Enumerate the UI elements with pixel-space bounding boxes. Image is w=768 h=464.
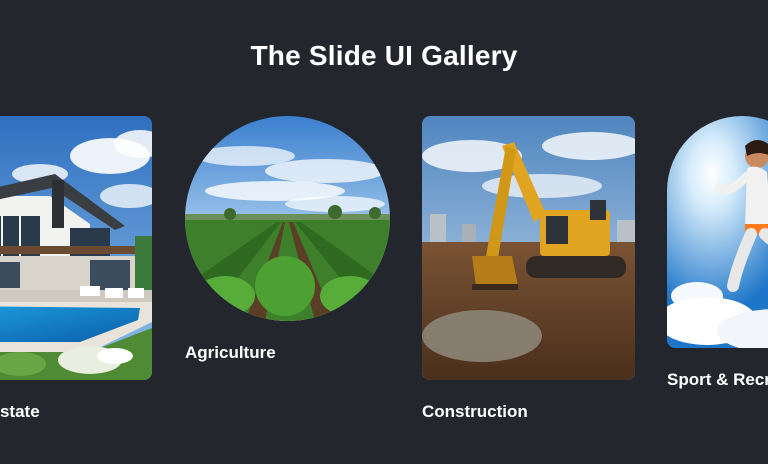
gallery-title: The Slide UI Gallery <box>250 40 518 71</box>
real-estate-label: Real Estate <box>0 402 40 421</box>
real-estate-image <box>0 116 152 380</box>
sport-recreation-image <box>667 116 768 348</box>
construction-image <box>422 116 635 380</box>
construction-label: Construction <box>422 402 528 421</box>
agriculture-image <box>185 116 390 321</box>
agriculture-label: Agriculture <box>185 343 276 362</box>
sport-recreation-label: Sport & Recreation <box>667 370 768 389</box>
gallery-stage: The Slide UI Gallery state Agriculture C… <box>0 0 768 464</box>
